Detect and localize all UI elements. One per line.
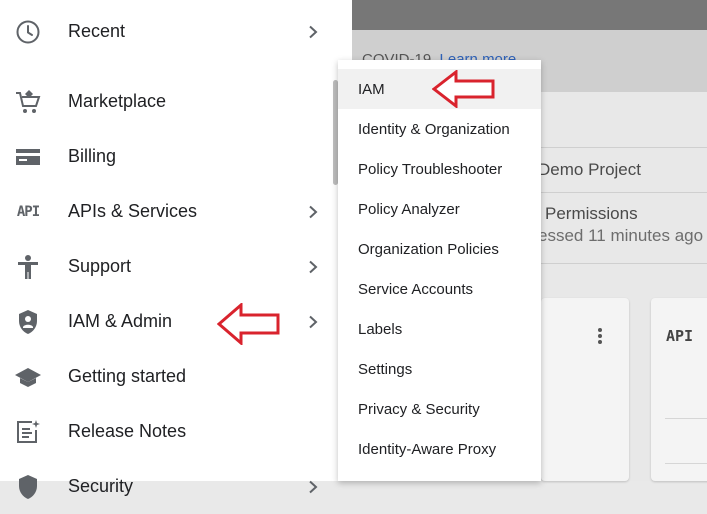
- submenu-item-organization-policies[interactable]: Organization Policies: [338, 229, 541, 269]
- submenu-item-privacy-security[interactable]: Privacy & Security: [338, 389, 541, 429]
- submenu-item-identity-aware-proxy[interactable]: Identity-Aware Proxy: [338, 429, 541, 469]
- divider: [665, 463, 707, 464]
- submenu-item-label: Identity & Organization: [358, 120, 510, 138]
- submenu-item-label: Service Accounts: [358, 280, 474, 298]
- nav-item-label: Billing: [68, 146, 117, 166]
- nav-item-label: Getting started: [68, 366, 187, 386]
- nav-item-label: Marketplace: [68, 91, 167, 111]
- background-top-bar: [352, 0, 707, 30]
- nav-item-iam-admin[interactable]: IAM & Admin: [0, 294, 352, 349]
- nav-item-support[interactable]: Support: [0, 239, 352, 294]
- more-vert-icon: [598, 328, 602, 346]
- nav-item-marketplace[interactable]: Marketplace: [0, 74, 352, 129]
- permissions-subtitle: essed 11 minutes ago: [538, 226, 704, 245]
- nav-item-security[interactable]: Security: [0, 459, 352, 514]
- chevron-right-icon: [306, 204, 320, 220]
- submenu-item-label: Settings: [358, 360, 413, 378]
- divider: [540, 192, 707, 193]
- divider: [665, 418, 707, 419]
- chevron-right-icon: [306, 314, 320, 330]
- shield-icon: [14, 473, 42, 501]
- cart-icon: [14, 88, 42, 116]
- nav-item-billing[interactable]: Billing: [0, 129, 352, 184]
- divider: [540, 263, 707, 264]
- graduation-cap-icon: [14, 363, 42, 391]
- submenu-item-labels[interactable]: Labels: [338, 309, 541, 349]
- background-card: [541, 298, 629, 481]
- submenu-item-label: Organization Policies: [358, 240, 499, 258]
- project-name: Demo Project: [538, 160, 641, 179]
- nav-item-label: Security: [68, 476, 134, 496]
- person-icon: [14, 253, 42, 281]
- nav-item-label: IAM & Admin: [68, 311, 173, 331]
- submenu-item-label: IAM: [358, 80, 385, 98]
- background-card: [651, 298, 707, 481]
- permissions-title: Permissions: [545, 204, 638, 223]
- nav-item-label: Support: [68, 256, 132, 276]
- chevron-right-icon: [306, 24, 320, 40]
- annotation-arrow-icon: [432, 70, 495, 108]
- nav-item-release-notes[interactable]: Release Notes: [0, 404, 352, 459]
- submenu-item-policy-troubleshooter[interactable]: Policy Troubleshooter: [338, 149, 541, 189]
- submenu-item-label: Identity-Aware Proxy: [358, 440, 497, 458]
- submenu-item-label: Policy Analyzer: [358, 200, 460, 218]
- nav-item-label: APIs & Services: [68, 201, 198, 221]
- nav-item-label: Recent: [68, 21, 126, 41]
- submenu-item-label: Policy Troubleshooter: [358, 160, 503, 178]
- submenu-item-policy-analyzer[interactable]: Policy Analyzer: [338, 189, 541, 229]
- iam-admin-submenu: IAM Identity & Organization Policy Troub…: [338, 60, 541, 481]
- submenu-item-settings[interactable]: Settings: [338, 349, 541, 389]
- submenu-item-service-accounts[interactable]: Service Accounts: [338, 269, 541, 309]
- credit-card-icon: [14, 143, 42, 171]
- submenu-item-label: Labels: [358, 320, 403, 338]
- nav-drawer: Recent Marketplace Billing API APIs & Se…: [0, 0, 352, 499]
- notes-icon: [14, 418, 42, 446]
- annotation-arrow-icon: [217, 303, 280, 345]
- nav-item-apis-services[interactable]: API APIs & Services: [0, 184, 352, 239]
- chevron-right-icon: [306, 259, 320, 275]
- card-api-label: API: [666, 327, 694, 345]
- submenu-item-identity-organization[interactable]: Identity & Organization: [338, 109, 541, 149]
- nav-item-getting-started[interactable]: Getting started: [0, 349, 352, 404]
- shield-icon: [14, 308, 42, 336]
- nav-item-label: Release Notes: [68, 421, 187, 441]
- api-icon: API: [16, 203, 40, 220]
- submenu-item-label: Privacy & Security: [358, 400, 480, 418]
- clock-icon: [14, 18, 42, 46]
- nav-item-recent[interactable]: Recent: [0, 4, 352, 59]
